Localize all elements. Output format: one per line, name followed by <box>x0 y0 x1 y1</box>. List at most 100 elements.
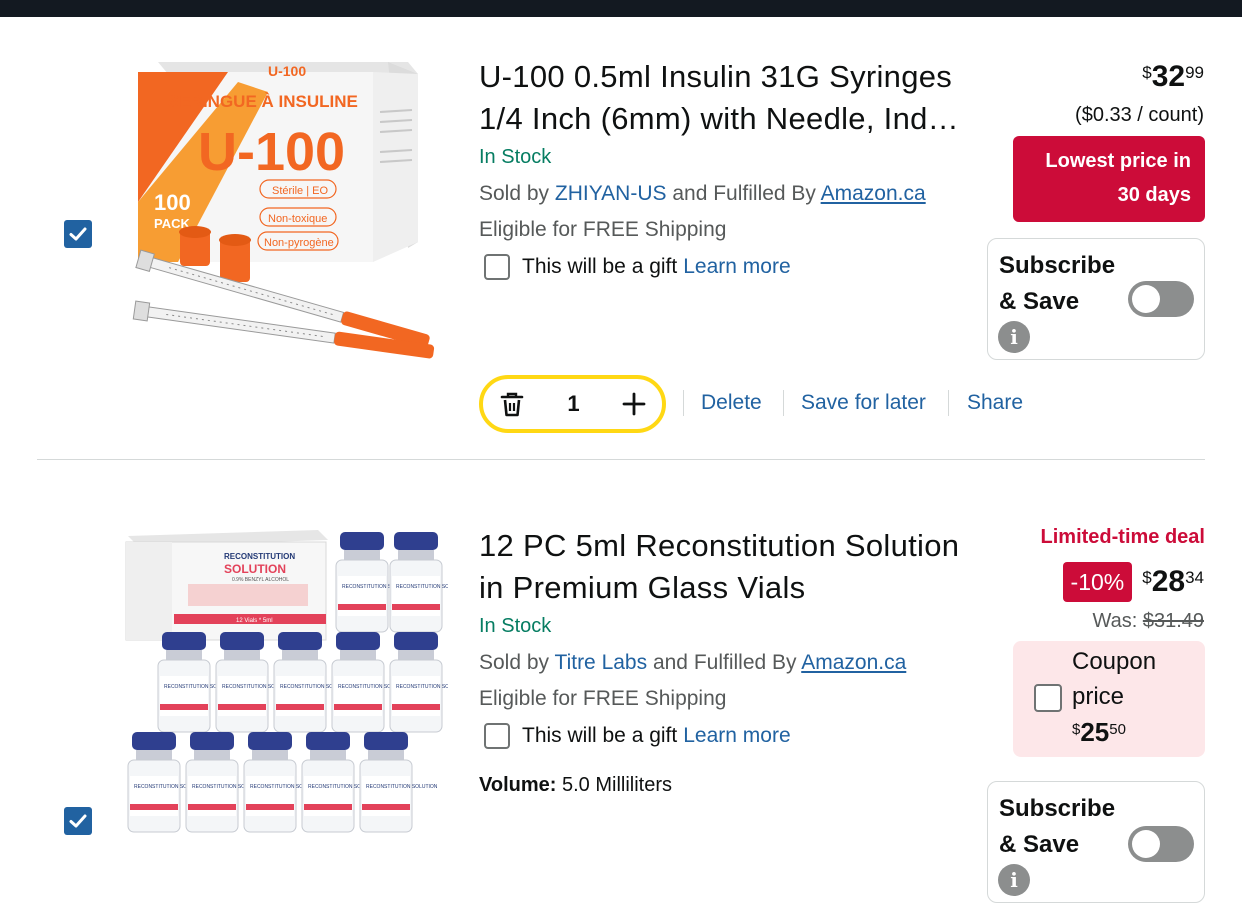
product-title-line1[interactable]: 12 PC 5ml Reconstitution Solution <box>479 525 999 567</box>
box-title-text: RECONSTITUTION <box>224 552 295 561</box>
fulfiller-link[interactable]: Amazon.ca <box>801 651 906 674</box>
unit-price: ($0.33 / count) <box>1075 104 1204 126</box>
gift-option: This will be a gift Learn more <box>484 723 791 749</box>
vial-graphic: RECONSTITUTION SOLUTION <box>389 632 448 733</box>
product-title-line2[interactable]: in Premium Glass Vials <box>479 567 999 609</box>
fulfilled-by-label: and Fulfilled By <box>652 651 797 674</box>
vial-label-text: RECONSTITUTION SOLUTION <box>366 784 438 790</box>
gift-checkbox[interactable] <box>484 723 510 749</box>
info-icon[interactable]: i <box>998 321 1030 353</box>
gift-checkbox[interactable] <box>484 254 510 280</box>
seller-info: Sold by Titre Labs and Fulfilled By Amaz… <box>479 651 906 675</box>
product-title[interactable]: U-100 0.5ml Insulin 31G Syringes 1/4 Inc… <box>479 56 999 140</box>
action-separator <box>948 390 949 416</box>
plus-icon[interactable] <box>622 392 646 416</box>
subscribe-label-line2: & Save <box>999 288 1080 315</box>
gift-label[interactable]: This will be a gift <box>522 724 677 748</box>
box-u100-text: U-100 <box>198 122 345 182</box>
coupon-checkbox[interactable] <box>1034 684 1062 712</box>
coupon-label-line2: price <box>1072 683 1125 710</box>
lowest-price-badge: Lowest price in 30 days <box>1013 136 1205 222</box>
discount-badge: -10% <box>1062 562 1133 602</box>
item-divider <box>37 459 1205 460</box>
vial-graphic: RECONSTITUTION SOLUTION <box>389 532 448 633</box>
was-price: Was: $31.49 <box>1092 610 1204 633</box>
info-icon[interactable]: i <box>998 864 1030 896</box>
subscribe-label-line2: & Save <box>999 831 1080 858</box>
limited-time-deal-badge: Limited-time deal <box>1040 526 1205 548</box>
pill-sterile-text: Stérile | EO <box>272 185 328 197</box>
checkmark-icon <box>69 227 87 241</box>
subscribe-save-box: Subscribe & Save i <box>987 238 1205 360</box>
coupon-box: Coupon price $2550 <box>1013 641 1205 757</box>
fulfilled-by-label: and Fulfilled By <box>672 182 816 205</box>
fulfiller-link[interactable]: Amazon.ca <box>821 182 926 205</box>
seller-link[interactable]: ZHIYAN-US <box>555 182 667 205</box>
stock-status: In Stock <box>479 615 552 637</box>
sold-by-label: Sold by <box>479 651 550 674</box>
pack-number-text: 100 <box>154 190 191 215</box>
checkmark-icon <box>69 814 87 828</box>
quantity-stepper: 1 <box>479 375 666 433</box>
gift-learn-more-link[interactable]: Learn more <box>683 255 790 279</box>
item-price: $3299 <box>1142 60 1204 94</box>
stock-status: In Stock <box>479 146 552 168</box>
vial-graphic: RECONSTITUTION SOLUTION <box>359 732 438 833</box>
price-symbol: $ <box>1142 63 1152 82</box>
box-top-text: U-100 <box>268 63 306 79</box>
box-solution-text: SOLUTION <box>224 562 286 576</box>
badge-line2: 30 days <box>1117 184 1191 206</box>
price-symbol: $ <box>1142 568 1152 587</box>
volume-value: 5.0 Milliliters <box>561 774 673 796</box>
vial-label-text: RECONSTITUTION SOLUTION <box>396 684 448 690</box>
coupon-whole: 25 <box>1080 717 1110 747</box>
item-price: -10% $2834 <box>1062 562 1204 602</box>
product-title-line2[interactable]: 1/4 Inch (6mm) with Needle, Ind… <box>479 98 999 140</box>
top-navigation-bar <box>0 0 1242 17</box>
subscribe-toggle[interactable] <box>1128 826 1194 862</box>
volume-attribute: Volume: 5.0 Milliliters <box>479 774 672 797</box>
save-for-later-link[interactable]: Save for later <box>801 391 926 415</box>
pill-nonpyrogen-text: Non-pyrogène <box>264 237 334 249</box>
quantity-value: 1 <box>567 391 580 416</box>
subscribe-label-line1: Subscribe <box>999 795 1116 822</box>
product-title[interactable]: 12 PC 5ml Reconstitution Solution in Pre… <box>479 525 999 609</box>
volume-label: Volume: <box>479 774 557 796</box>
product-title-line1[interactable]: U-100 0.5ml Insulin 31G Syringes <box>479 56 999 98</box>
coupon-label-line1: Coupon <box>1072 648 1157 675</box>
select-item-checkbox[interactable] <box>64 220 92 248</box>
price-whole: 28 <box>1151 565 1186 598</box>
delete-link[interactable]: Delete <box>701 391 762 415</box>
coupon-cents: 50 <box>1109 721 1126 738</box>
subscribe-label-line1: Subscribe <box>999 252 1116 279</box>
gift-label[interactable]: This will be a gift <box>522 255 677 279</box>
gift-option: This will be a gift Learn more <box>484 254 791 280</box>
price-whole: 32 <box>1151 60 1186 93</box>
product-image-vials[interactable]: RECONSTITUTION SOLUTION 0.9% BENZYL ALCO… <box>118 522 448 852</box>
subscribe-save-box: Subscribe & Save i <box>987 781 1205 903</box>
shipping-eligibility: Eligible for FREE Shipping <box>479 218 727 241</box>
was-label: Was: <box>1092 610 1138 632</box>
price-cents: 99 <box>1185 63 1204 82</box>
coupon-price: $2550 <box>1072 717 1126 748</box>
gift-learn-more-link[interactable]: Learn more <box>683 724 790 748</box>
product-image-syringes[interactable]: SERINGUE À INSULINE U-100 U-100 100 PACK… <box>118 52 448 382</box>
action-separator <box>683 390 684 416</box>
shipping-eligibility: Eligible for FREE Shipping <box>479 687 727 710</box>
trash-icon[interactable] <box>499 391 525 417</box>
box-subtitle-text: 0.9% BENZYL ALCOHOL <box>232 577 289 583</box>
share-link[interactable]: Share <box>967 391 1023 415</box>
badge-line1: Lowest price in <box>1045 150 1191 172</box>
subscribe-toggle[interactable] <box>1128 281 1194 317</box>
box-title-text: SERINGUE À INSULINE <box>168 92 358 111</box>
action-separator <box>783 390 784 416</box>
select-item-checkbox[interactable] <box>64 807 92 835</box>
vial-label-text: RECONSTITUTION SOLUTION <box>396 584 448 590</box>
sold-by-label: Sold by <box>479 182 550 205</box>
price-cents: 34 <box>1185 568 1204 587</box>
seller-link[interactable]: Titre Labs <box>555 651 648 674</box>
pill-nontoxic-text: Non-toxique <box>268 213 327 225</box>
seller-info: Sold by ZHIYAN-US and Fulfilled By Amazo… <box>479 182 926 206</box>
was-price-value: $31.49 <box>1142 610 1204 632</box>
box-bottom-text: 12 Vials * 5ml <box>236 618 273 624</box>
